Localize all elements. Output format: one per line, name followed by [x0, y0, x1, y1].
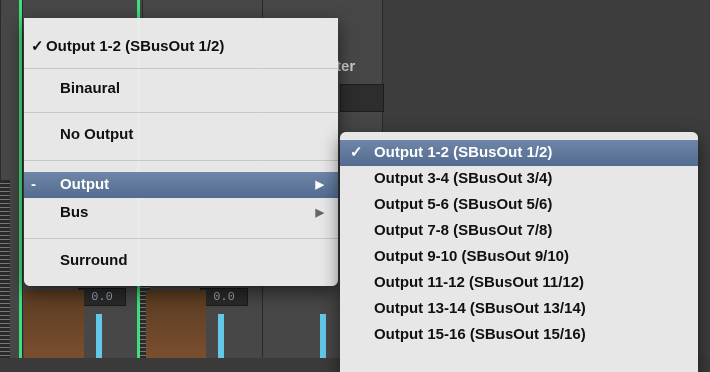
mixed-state-icon: -	[31, 176, 36, 193]
submenu-item-label: Output 1-2 (SBusOut 1/2)	[374, 144, 553, 161]
submenu-arrow-icon: ▶	[315, 207, 324, 219]
submenu-item-output-5-6[interactable]: Output 5-6 (SBusOut 5/6)	[340, 192, 698, 218]
menu-separator	[24, 68, 338, 69]
channel-strip-color	[24, 290, 84, 358]
menu-item-label: Bus	[60, 204, 89, 221]
submenu-arrow-icon: ▶	[315, 179, 324, 191]
submenu-item-output-1-2[interactable]: ✓ Output 1-2 (SBusOut 1/2)	[340, 140, 698, 166]
submenu-item-label: Output 15-16 (SBusOut 15/16)	[374, 326, 586, 343]
submenu-item-output-13-14[interactable]: Output 13-14 (SBusOut 13/14)	[340, 296, 698, 322]
menu-item-output-1-2[interactable]: ✓ Output 1-2 (SBusOut 1/2)	[24, 34, 338, 60]
fader-track[interactable]	[218, 314, 224, 358]
fader-track[interactable]	[96, 314, 102, 358]
meter-scale	[0, 180, 10, 358]
menu-item-output[interactable]: - Output ▶	[24, 172, 338, 198]
menu-item-label: Surround	[60, 252, 128, 269]
menu-item-surround[interactable]: Surround	[24, 248, 338, 274]
submenu-item-label: Output 9-10 (SBusOut 9/10)	[374, 248, 570, 265]
mixer-label: ter	[336, 58, 356, 75]
fader-value[interactable]: 0.0	[200, 288, 248, 306]
menu-item-label: Output	[60, 176, 110, 193]
submenu-item-output-11-12[interactable]: Output 11-12 (SBusOut 11/12)	[340, 270, 698, 296]
menu-item-label: No Output	[60, 126, 134, 143]
fader-value[interactable]: 0.0	[78, 288, 126, 306]
submenu-item-output-9-10[interactable]: Output 9-10 (SBusOut 9/10)	[340, 244, 698, 270]
submenu-item-label: Output 5-6 (SBusOut 5/6)	[374, 196, 553, 213]
checkmark-icon: ✓	[31, 38, 44, 55]
submenu-item-label: Output 7-8 (SBusOut 7/8)	[374, 222, 553, 239]
submenu-item-output-7-8[interactable]: Output 7-8 (SBusOut 7/8)	[340, 218, 698, 244]
menu-item-label: Output 1-2 (SBusOut 1/2)	[46, 38, 225, 55]
level-meter-line	[19, 0, 22, 358]
fader-track[interactable]	[320, 314, 326, 358]
mixer-field[interactable]	[340, 84, 384, 112]
output-submenu: ✓ Output 1-2 (SBusOut 1/2) Output 3-4 (S…	[340, 132, 698, 372]
checkmark-icon: ✓	[350, 144, 363, 161]
submenu-item-label: Output 13-14 (SBusOut 13/14)	[374, 300, 586, 317]
submenu-item-output-3-4[interactable]: Output 3-4 (SBusOut 3/4)	[340, 166, 698, 192]
menu-item-binaural[interactable]: Binaural	[24, 76, 338, 102]
menu-separator	[24, 238, 338, 239]
menu-item-bus[interactable]: Bus ▶	[24, 200, 338, 226]
menu-separator	[24, 112, 338, 113]
submenu-item-label: Output 11-12 (SBusOut 11/12)	[374, 274, 585, 291]
menu-separator	[24, 160, 338, 161]
output-popup-menu: ✓ Output 1-2 (SBusOut 1/2) Binaural No O…	[24, 18, 338, 286]
menu-item-label: Binaural	[60, 80, 121, 97]
menu-item-no-output[interactable]: No Output	[24, 122, 338, 148]
submenu-item-output-15-16[interactable]: Output 15-16 (SBusOut 15/16)	[340, 322, 698, 348]
channel-strip-color	[146, 290, 206, 358]
submenu-item-label: Output 3-4 (SBusOut 3/4)	[374, 170, 553, 187]
